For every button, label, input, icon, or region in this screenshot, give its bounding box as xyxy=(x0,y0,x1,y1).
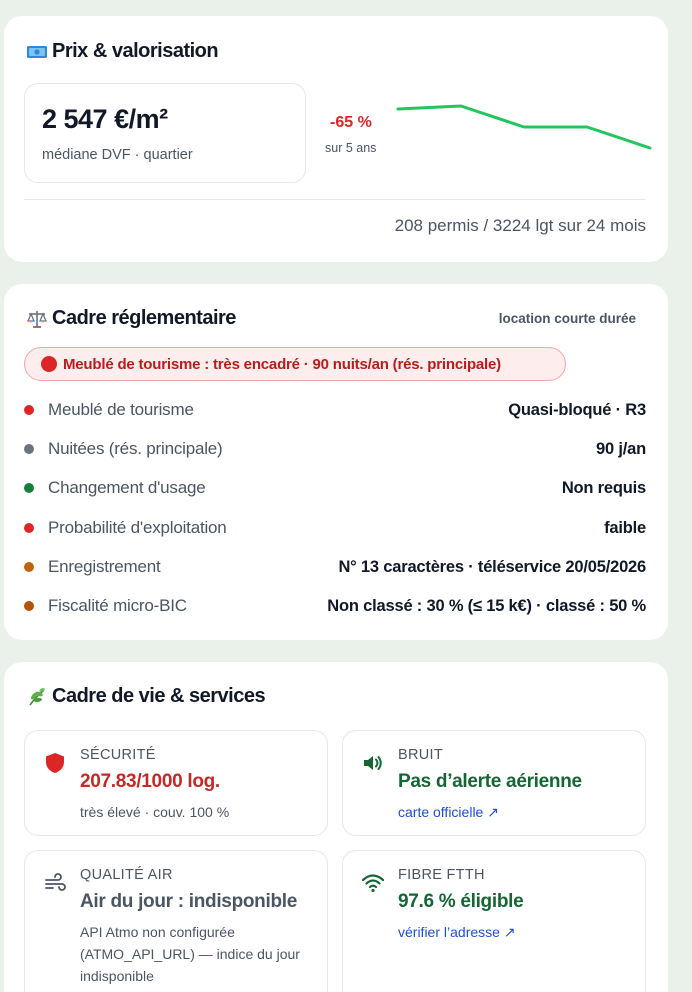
speaker-icon xyxy=(361,751,385,775)
fibre-category: FIBRE FTTH xyxy=(398,867,485,883)
reg-row: Probabilité d'exploitation faible xyxy=(24,516,646,540)
median-price-sub: médiane DVF · quartier xyxy=(42,147,193,163)
price-card-title: Prix & valorisation xyxy=(26,40,219,63)
official-map-link[interactable]: carte officielle ↗ xyxy=(398,804,499,820)
alert-badge: Meublé de tourisme : très encadré · 90 n… xyxy=(24,347,566,381)
reg-row-label: Nuitées (rés. principale) xyxy=(48,439,223,458)
median-price-box: 2 547 €/m² médiane DVF · quartier xyxy=(24,83,306,183)
air-value: Air du jour : indisponible xyxy=(80,891,298,912)
median-price-value: 2 547 €/m² xyxy=(42,104,168,134)
reg-row: Changement d'usage Non requis xyxy=(24,476,646,500)
banknote-icon xyxy=(26,41,48,63)
scales-icon xyxy=(26,308,48,330)
reg-row-value: faible xyxy=(604,518,646,537)
verify-address-link[interactable]: vérifier l’adresse ↗ xyxy=(398,924,516,940)
air-category: QUALITÉ AIR xyxy=(80,867,173,883)
noise-tile: BRUIT Pas d’alerte aérienne carte offici… xyxy=(342,730,646,836)
reg-row: Fiscalité micro-BIC Non classé : 30 % (≤… xyxy=(24,594,646,618)
regulation-card-title: Cadre réglementaire xyxy=(26,307,236,330)
noise-category: BRUIT xyxy=(398,747,443,763)
security-tile: SÉCURITÉ 207.83/1000 log. très élevé · c… xyxy=(24,730,328,836)
status-dot-icon xyxy=(24,601,34,611)
short-term-rental-tag: location courte durée xyxy=(498,311,636,326)
noise-value: Pas d’alerte aérienne xyxy=(398,771,582,792)
reg-row-value: N° 13 caractères · téléservice 20/05/202… xyxy=(338,557,646,576)
regulation-title-text: Cadre réglementaire xyxy=(52,307,236,329)
reg-row: Meublé de tourisme Quasi-bloqué · R3 xyxy=(24,398,646,422)
security-sub: très élevé · couv. 100 % xyxy=(80,804,230,820)
permits-summary: 208 permis / 3224 lgt sur 24 mois xyxy=(394,216,646,235)
price-title-text: Prix & valorisation xyxy=(52,40,219,62)
air-quality-tile: QUALITÉ AIR Air du jour : indisponible A… xyxy=(24,850,328,992)
wifi-icon xyxy=(361,871,385,895)
living-environment-card: Cadre de vie & services SÉCURITÉ 207.83/… xyxy=(4,662,668,992)
shield-icon xyxy=(43,751,67,775)
reg-row: Enregistrement N° 13 caractères · télése… xyxy=(24,555,646,579)
living-card-title: Cadre de vie & services xyxy=(26,685,266,708)
price-sparkline xyxy=(396,104,652,150)
reg-row-value: Non requis xyxy=(561,478,646,497)
security-category: SÉCURITÉ xyxy=(80,747,156,763)
regulation-card: Cadre réglementaire location courte duré… xyxy=(4,284,668,640)
herb-icon xyxy=(26,686,48,708)
reg-row-value: Quasi-bloqué · R3 xyxy=(508,400,646,419)
reg-row-label: Fiscalité micro-BIC xyxy=(48,596,187,615)
reg-row-value: 90 j/an xyxy=(596,439,646,458)
status-dot-icon xyxy=(24,444,34,454)
fibre-value: 97.6 % éligible xyxy=(398,891,524,912)
trend-percent: -65 % xyxy=(330,114,372,131)
security-value: 207.83/1000 log. xyxy=(80,771,220,792)
reg-row-label: Enregistrement xyxy=(48,557,161,576)
sparkline-series xyxy=(396,104,652,150)
reg-row-label: Probabilité d'exploitation xyxy=(48,518,227,537)
red-circle-icon xyxy=(41,356,57,372)
divider xyxy=(24,199,646,200)
status-dot-icon xyxy=(24,483,34,493)
status-dot-icon xyxy=(24,523,34,533)
reg-row: Nuitées (rés. principale) 90 j/an xyxy=(24,437,646,461)
wind-icon xyxy=(43,871,67,895)
status-dot-icon xyxy=(24,405,34,415)
reg-row-label: Meublé de tourisme xyxy=(48,400,194,419)
air-sub: API Atmo non configurée (ATMO_API_URL) —… xyxy=(80,924,300,984)
living-title-text: Cadre de vie & services xyxy=(52,685,266,707)
reg-row-label: Changement d'usage xyxy=(48,478,206,497)
trend-period: sur 5 ans xyxy=(325,141,377,155)
fibre-tile: FIBRE FTTH 97.6 % éligible vérifier l’ad… xyxy=(342,850,646,992)
price-card: Prix & valorisation 2 547 €/m² médiane D… xyxy=(4,16,668,262)
alert-text: Meublé de tourisme : très encadré · 90 n… xyxy=(63,355,501,373)
reg-row-value: Non classé : 30 % (≤ 15 k€) · classé : 5… xyxy=(327,596,646,615)
status-dot-icon xyxy=(24,562,34,572)
